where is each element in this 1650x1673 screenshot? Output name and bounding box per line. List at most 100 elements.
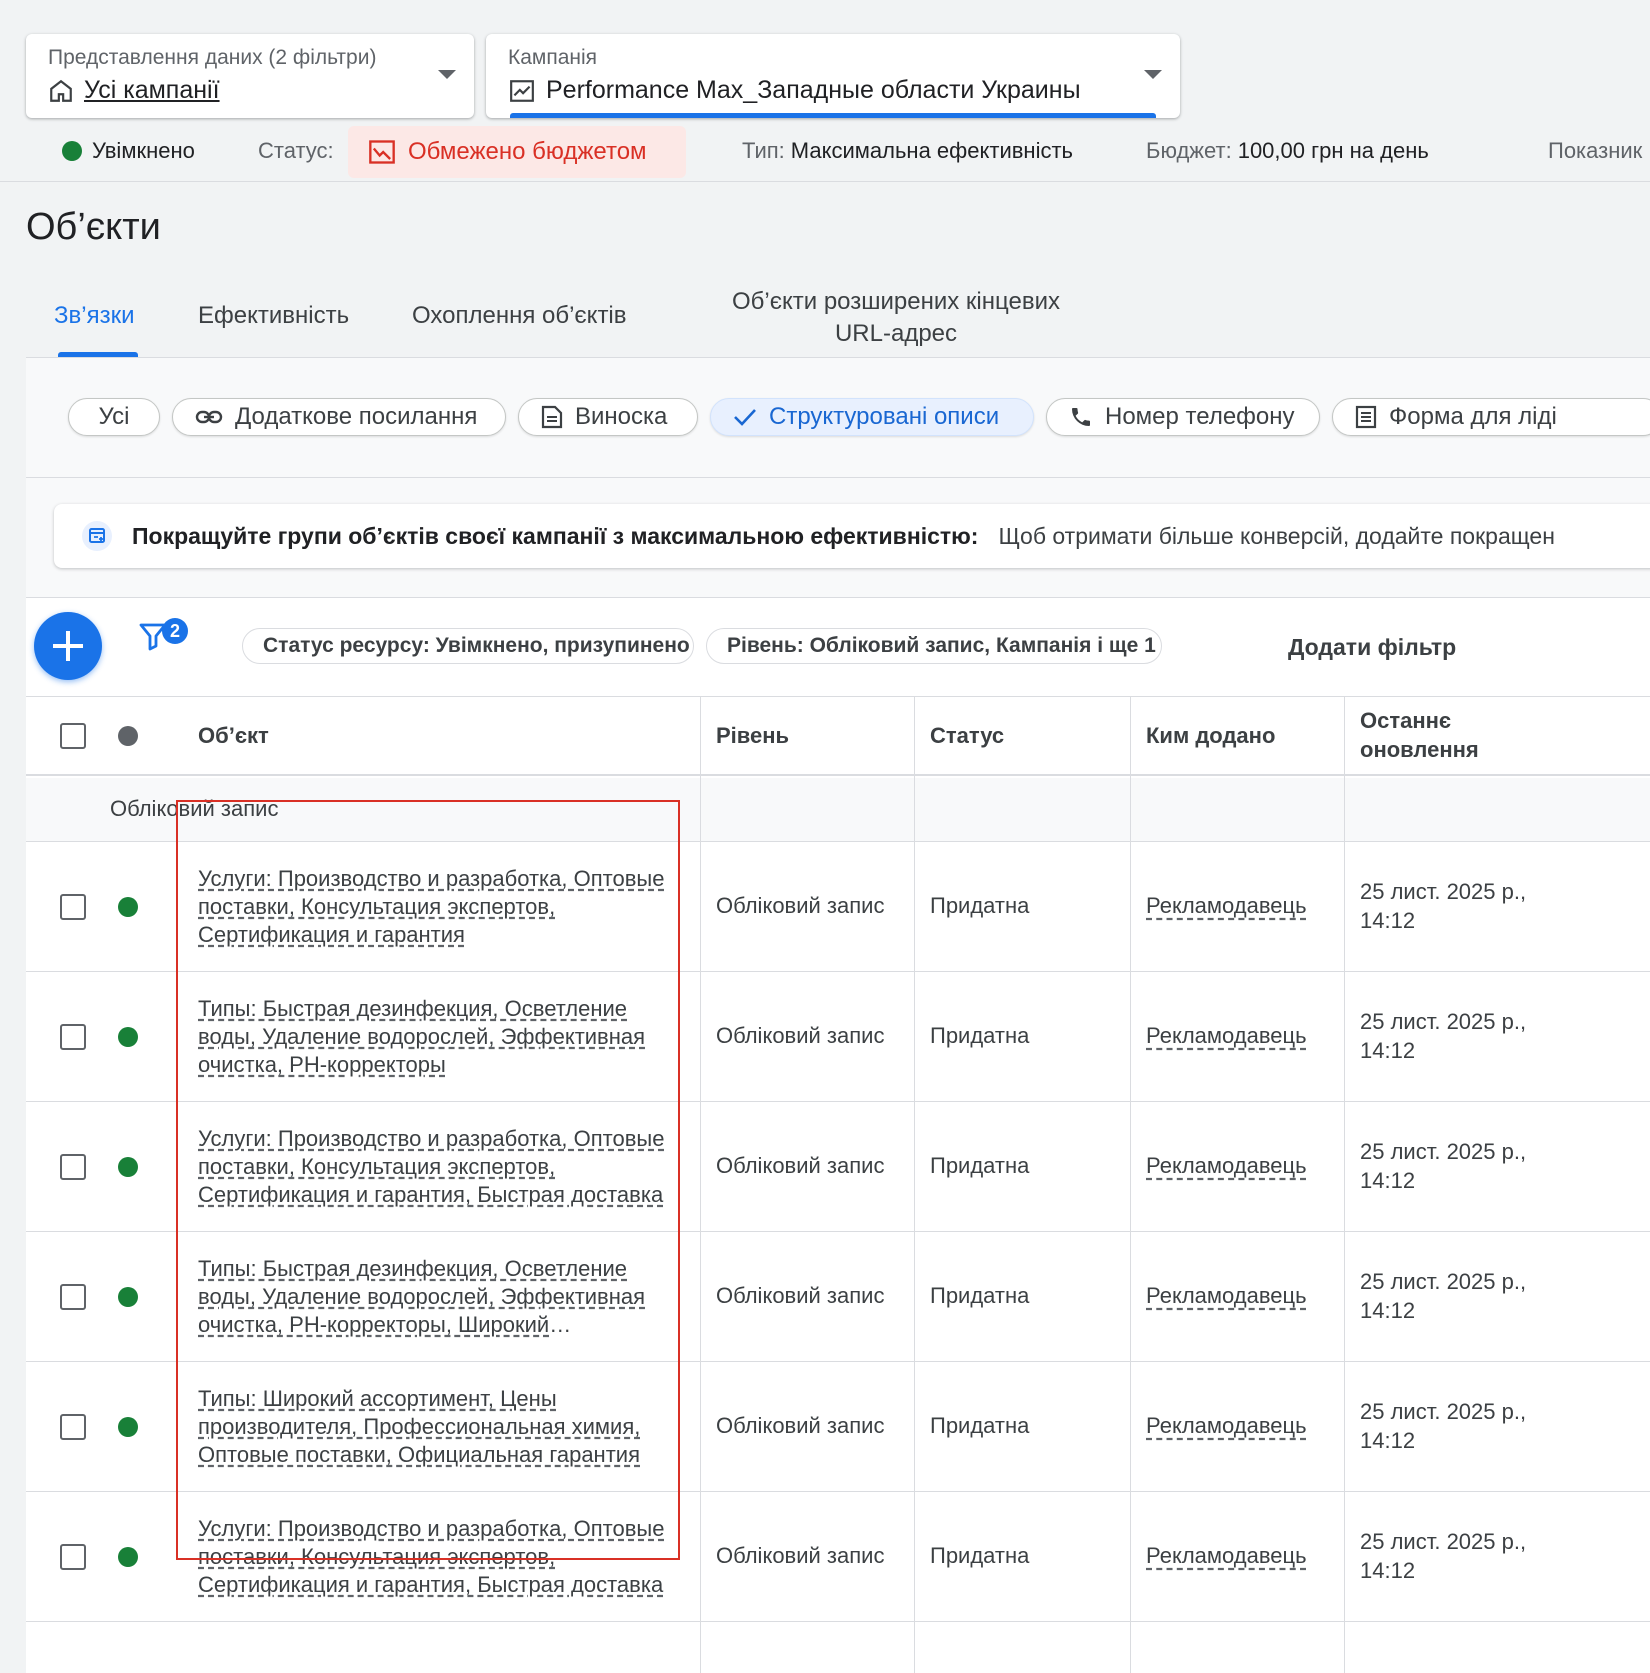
add-filter-button[interactable]: Додати фільтр xyxy=(1288,634,1456,661)
header-level[interactable]: Рівень xyxy=(716,697,789,775)
updated-time: 14:12 xyxy=(1360,907,1416,933)
object-cell[interactable]: Типы: Быстрая дезинфекция, Осветление во… xyxy=(198,972,668,1101)
updated-cell: 25 лист. 2025 р., 14:12 xyxy=(1360,972,1526,1101)
trending-chart-icon xyxy=(510,79,534,102)
column-divider[interactable] xyxy=(700,696,701,1673)
recommendation-banner[interactable]: Покращуйте групи об’єктів своєї кампанії… xyxy=(54,504,1650,568)
chevron-down-icon xyxy=(1144,70,1162,79)
enabled-status-icon xyxy=(118,897,138,917)
added-by-cell[interactable]: Рекламодавець xyxy=(1146,1492,1307,1621)
table-row[interactable]: Типы: Широкий ассортимент, Цены производ… xyxy=(26,1362,1650,1492)
group-row-account: Обліковий запис xyxy=(26,778,1650,842)
column-divider[interactable] xyxy=(1344,696,1345,1673)
limited-by-budget-badge[interactable]: Обмежено бюджетом xyxy=(348,126,686,178)
added-by-cell[interactable]: Рекламодавець xyxy=(1146,1232,1307,1361)
data-view-value: Усі кампанії xyxy=(48,76,220,105)
level-cell: Обліковий запис xyxy=(716,1543,885,1569)
row-checkbox[interactable] xyxy=(60,1544,86,1570)
tab-bar: Зв’язки Ефективність Охоплення об’єктів … xyxy=(26,270,1650,358)
banner-text: Щоб отримати більше конверсій, додайте п… xyxy=(998,522,1555,549)
object-cell[interactable]: Услуги: Производство и разработка, Оптов… xyxy=(198,842,668,971)
chip-callout[interactable]: Виноска xyxy=(518,398,698,436)
object-text: Типы: Быстрая дезинфекция, Осветление во… xyxy=(198,995,646,1077)
table-row[interactable]: Типы: Быстрая дезинфекция, Осветление во… xyxy=(26,972,1650,1102)
enabled-status-icon xyxy=(118,1027,138,1047)
status-cell: Придатна xyxy=(930,1413,1030,1439)
tab-links[interactable]: Зв’язки xyxy=(54,302,134,330)
object-cell[interactable]: Услуги: Производство и разработка, Оптов… xyxy=(198,1102,668,1231)
updated-cell: 25 лист. 2025 р., 14:12 xyxy=(1360,1102,1526,1231)
chip-structured-snippets-label: Структуровані описи xyxy=(769,403,1000,430)
row-checkbox[interactable] xyxy=(60,1414,86,1440)
added-by-cell[interactable]: Рекламодавець xyxy=(1146,1102,1307,1231)
table-row[interactable]: Услуги: Производство и разработка, Оптов… xyxy=(26,842,1650,972)
level-cell: Обліковий запис xyxy=(716,1153,885,1179)
added-by-text: Рекламодавець xyxy=(1146,1283,1307,1309)
chip-lead-form-label: Форма для ліді xyxy=(1389,403,1557,430)
active-tab-indicator xyxy=(58,352,138,357)
object-text: Услуги: Производство и разработка, Оптов… xyxy=(198,865,665,947)
status-cell: Придатна xyxy=(930,1543,1030,1569)
column-divider[interactable] xyxy=(1130,696,1131,1673)
table-row[interactable]: Услуги: Производство и разработка, Оптов… xyxy=(26,1102,1650,1232)
campaign-selector-underline xyxy=(510,113,1156,118)
added-by-cell[interactable]: Рекламодавець xyxy=(1146,842,1307,971)
header-last-updated[interactable]: Останнє оновлення xyxy=(1360,697,1530,775)
object-text: Типы: Широкий ассортимент, Цены производ… xyxy=(198,1385,641,1467)
budget-info[interactable]: Бюджет: 100,00 грн на день xyxy=(1146,138,1429,164)
status-cell: Придатна xyxy=(930,893,1030,919)
chip-phone-number[interactable]: Номер телефону xyxy=(1046,398,1320,436)
updated-time: 14:12 xyxy=(1360,1297,1416,1323)
added-by-text: Рекламодавець xyxy=(1146,1153,1307,1179)
status-cell: Придатна xyxy=(930,1153,1030,1179)
chip-all[interactable]: Усі xyxy=(68,398,160,436)
header-status[interactable]: Статус xyxy=(930,697,1004,775)
updated-cell: 25 лист. 2025 р., 14:12 xyxy=(1360,1362,1526,1491)
row-checkbox[interactable] xyxy=(60,1024,86,1050)
row-checkbox[interactable] xyxy=(60,1284,86,1310)
column-divider[interactable] xyxy=(914,696,915,1673)
metric-label: Показник xyxy=(1548,138,1643,163)
row-checkbox[interactable] xyxy=(60,894,86,920)
enabled-status[interactable]: Увімкнено xyxy=(62,138,195,164)
chip-callout-label: Виноска xyxy=(575,403,668,430)
select-all-checkbox[interactable] xyxy=(60,723,86,749)
page-title: Об’єкти xyxy=(26,206,161,248)
asset-group-icon xyxy=(82,521,112,551)
enabled-status-icon xyxy=(118,1157,138,1177)
filter-chip-resource-status[interactable]: Статус ресурсу: Увімкнено, призупинено xyxy=(242,628,694,664)
enabled-status-icon xyxy=(118,1547,138,1567)
status-column-icon xyxy=(118,726,138,746)
row-checkbox[interactable] xyxy=(60,1154,86,1180)
tab-asset-coverage[interactable]: Охоплення об’єктів xyxy=(412,302,627,330)
filter-chip-level[interactable]: Рівень: Обліковий запис, Кампанія і ще 1 xyxy=(706,628,1162,664)
table-row[interactable]: Типы: Быстрая дезинфекция, Осветление во… xyxy=(26,1232,1650,1362)
status-cell: Придатна xyxy=(930,1283,1030,1309)
header-added-by[interactable]: Ким додано xyxy=(1146,697,1275,775)
tab-performance[interactable]: Ефективність xyxy=(198,302,349,330)
form-icon xyxy=(1355,405,1377,429)
table-row[interactable]: Услуги: Производство и разработка, Оптов… xyxy=(26,1492,1650,1622)
added-by-cell[interactable]: Рекламодавець xyxy=(1146,972,1307,1101)
object-cell[interactable]: Типы: Широкий ассортимент, Цены производ… xyxy=(198,1362,668,1491)
campaign-value: Performance Max_Западные области Украины xyxy=(508,76,1081,105)
chip-all-label: Усі xyxy=(98,403,130,430)
tab-final-url-assets[interactable]: Об’єкти розширених кінцевих URL-адрес xyxy=(716,286,1076,350)
object-text: Услуги: Производство и разработка, Оптов… xyxy=(198,1125,665,1207)
chip-sitelink-label: Додаткове посилання xyxy=(235,403,478,430)
chip-structured-snippets[interactable]: Структуровані описи xyxy=(710,398,1034,436)
chip-sitelink[interactable]: Додаткове посилання xyxy=(172,398,506,436)
campaign-selector[interactable]: Кампанія Performance Max_Западные област… xyxy=(486,34,1180,118)
phone-icon xyxy=(1072,408,1090,426)
data-view-selector[interactable]: Представлення даних (2 фільтри) Усі камп… xyxy=(26,34,474,118)
data-view-label: Представлення даних (2 фільтри) xyxy=(48,46,377,69)
added-by-cell[interactable]: Рекламодавець xyxy=(1146,1362,1307,1491)
updated-time: 14:12 xyxy=(1360,1167,1416,1193)
object-cell[interactable]: Типы: Быстрая дезинфекция, Осветление во… xyxy=(198,1232,668,1361)
add-asset-button[interactable] xyxy=(34,612,102,680)
header-object[interactable]: Об’єкт xyxy=(198,697,269,775)
object-cell[interactable]: Услуги: Производство и разработка, Оптов… xyxy=(198,1492,668,1621)
budget-label: Бюджет: xyxy=(1146,138,1232,163)
enabled-dot-icon xyxy=(62,141,82,161)
chip-lead-form[interactable]: Форма для ліді xyxy=(1332,398,1650,436)
